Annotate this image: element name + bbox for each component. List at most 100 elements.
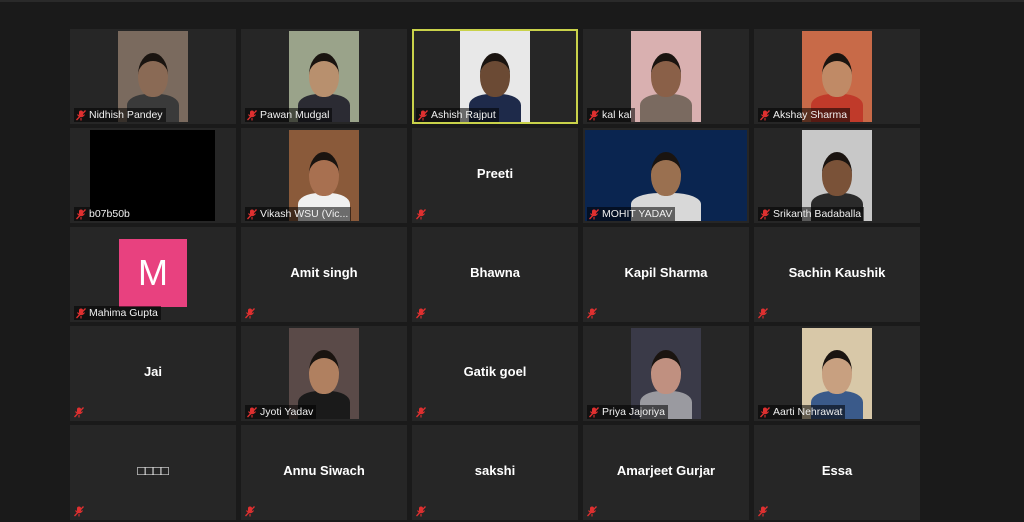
participant-name-label <box>416 504 426 518</box>
participant-name-label <box>74 405 84 419</box>
participant-name-label: Vikash WSU (Vic... <box>245 207 352 221</box>
muted-mic-icon <box>589 109 599 121</box>
participant-display-name: Essa <box>821 463 853 478</box>
participant-name: b07b50b <box>89 208 130 220</box>
participant-name-label <box>245 306 255 320</box>
muted-mic-icon <box>247 109 257 121</box>
muted-mic-icon <box>587 307 597 319</box>
person-head <box>480 53 510 97</box>
participant-name: Ashish Rajput <box>431 109 496 121</box>
participant-display-name: Gatik goel <box>463 364 527 379</box>
participant-name: Pawan Mudgal <box>260 109 330 121</box>
participant-name-label <box>758 504 768 518</box>
participant-name-label: Mahima Gupta <box>74 306 161 320</box>
participant-name: MOHIT YADAV <box>602 208 673 220</box>
participant-display-name: Preeti <box>476 166 514 181</box>
gallery-grid: Nidhish Pandey Pawan Mudgal Ashish Rajput k… <box>70 29 920 520</box>
muted-mic-icon <box>589 406 599 418</box>
participant-tile[interactable]: Aarti Nehrawat <box>754 326 920 421</box>
participant-tile[interactable]: Jyoti Yadav <box>241 326 407 421</box>
participant-name: Mahima Gupta <box>89 307 158 319</box>
participant-name-label <box>587 306 597 320</box>
participant-name-label: Aarti Nehrawat <box>758 405 846 419</box>
participant-name-label: MOHIT YADAV <box>587 207 676 221</box>
participant-tile[interactable]: Priya Jajoriya <box>583 326 749 421</box>
muted-mic-icon <box>758 307 768 319</box>
person-head <box>651 53 681 97</box>
participant-tile[interactable]: Akshay Sharma <box>754 29 920 124</box>
participant-tile[interactable]: Amit singh <box>241 227 407 322</box>
muted-mic-icon <box>416 505 426 517</box>
participant-tile[interactable]: Essa <box>754 425 920 520</box>
muted-mic-icon <box>245 505 255 517</box>
participant-name-label: Srikanth Badaballa <box>758 207 865 221</box>
muted-mic-icon <box>587 505 597 517</box>
muted-mic-icon <box>74 406 84 418</box>
person-head <box>309 350 339 394</box>
participant-name-label <box>416 306 426 320</box>
muted-mic-icon <box>247 208 257 220</box>
person-head <box>822 53 852 97</box>
participant-tile[interactable]: b07b50b <box>70 128 236 223</box>
muted-mic-icon <box>245 307 255 319</box>
person-head <box>309 152 339 196</box>
participant-name: Akshay Sharma <box>773 109 848 121</box>
person-head <box>651 350 681 394</box>
participant-display-name: Bhawna <box>470 265 520 280</box>
participant-name: kal kal <box>602 109 632 121</box>
participant-tile[interactable]: Pawan Mudgal <box>241 29 407 124</box>
participant-name-label <box>74 504 84 518</box>
top-divider <box>0 0 1024 2</box>
participant-name: Vikash WSU (Vic... <box>260 208 349 220</box>
participant-name-label <box>587 504 597 518</box>
participant-tile[interactable]: MOHIT YADAV <box>583 128 749 223</box>
person-head <box>138 53 168 97</box>
participant-tile[interactable]: Kapil Sharma <box>583 227 749 322</box>
person-head <box>651 152 681 196</box>
muted-mic-icon <box>76 208 86 220</box>
participant-display-name: Sachin Kaushik <box>788 265 886 280</box>
muted-mic-icon <box>76 109 86 121</box>
muted-mic-icon <box>416 208 426 220</box>
participant-tile[interactable]: Annu Siwach <box>241 425 407 520</box>
muted-mic-icon <box>760 208 770 220</box>
participant-name: Srikanth Badaballa <box>773 208 862 220</box>
participant-name-label: Pawan Mudgal <box>245 108 333 122</box>
muted-mic-icon <box>74 505 84 517</box>
avatar: M <box>119 239 187 307</box>
participant-name-label: Ashish Rajput <box>416 108 499 122</box>
participant-display-name: Jai <box>143 364 163 379</box>
person-body <box>640 94 692 122</box>
participant-tile[interactable]: □□□□ <box>70 425 236 520</box>
participant-name-label: Akshay Sharma <box>758 108 851 122</box>
participant-name: Jyoti Yadav <box>260 406 314 418</box>
participant-tile[interactable]: Ashish Rajput <box>412 29 578 124</box>
muted-mic-icon <box>760 406 770 418</box>
participant-tile[interactable]: Preeti <box>412 128 578 223</box>
participant-tile[interactable]: Bhawna <box>412 227 578 322</box>
muted-mic-icon <box>758 505 768 517</box>
participant-tile[interactable]: Gatik goel <box>412 326 578 421</box>
participant-tile[interactable]: Amarjeet Gurjar <box>583 425 749 520</box>
participant-video <box>631 31 701 122</box>
participant-name-label: Jyoti Yadav <box>245 405 317 419</box>
participant-name: Aarti Nehrawat <box>773 406 843 418</box>
participant-name-label: Nidhish Pandey <box>74 108 166 122</box>
participant-tile[interactable]: Nidhish Pandey <box>70 29 236 124</box>
participant-name-label <box>416 405 426 419</box>
participant-tile[interactable]: Sachin Kaushik <box>754 227 920 322</box>
person-head <box>822 350 852 394</box>
participant-name-label <box>416 207 426 221</box>
participant-tile[interactable]: Jai <box>70 326 236 421</box>
muted-mic-icon <box>76 307 86 319</box>
person-head <box>822 152 852 196</box>
participant-tile[interactable]: sakshi <box>412 425 578 520</box>
participant-tile[interactable]: Vikash WSU (Vic... <box>241 128 407 223</box>
participant-tile[interactable]: M Mahima Gupta <box>70 227 236 322</box>
participant-display-name: Annu Siwach <box>283 463 365 478</box>
muted-mic-icon <box>416 406 426 418</box>
participant-name: Priya Jajoriya <box>602 406 666 418</box>
participant-tile[interactable]: Srikanth Badaballa <box>754 128 920 223</box>
participant-name-label <box>758 306 768 320</box>
participant-tile[interactable]: kal kal <box>583 29 749 124</box>
